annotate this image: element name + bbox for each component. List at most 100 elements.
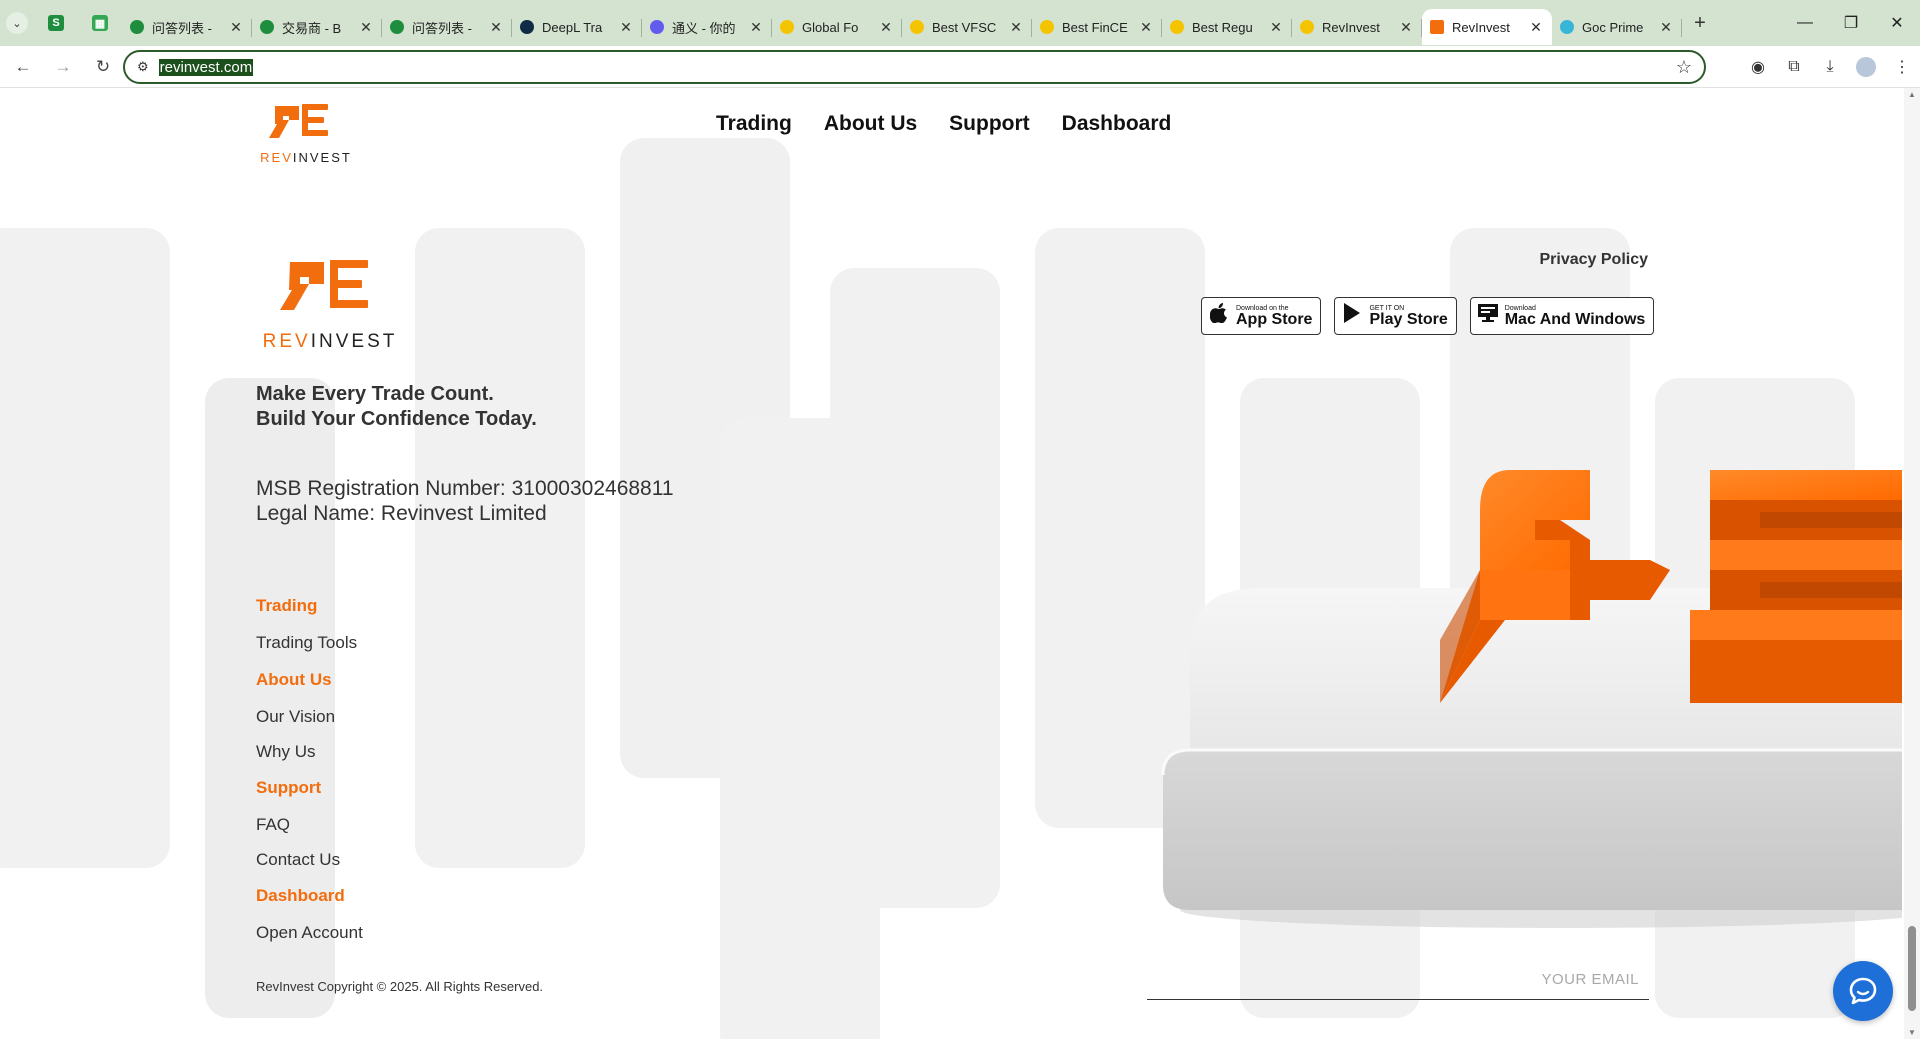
- footer-link-contact-us[interactable]: Contact Us: [256, 843, 363, 877]
- nav-support[interactable]: Support: [949, 112, 1029, 136]
- background-decoration: [0, 228, 170, 868]
- sheets-icon: S: [48, 15, 64, 31]
- tab-favicon-icon: [1170, 20, 1184, 34]
- footer-link-about-us[interactable]: About Us: [256, 661, 363, 698]
- url-text[interactable]: revinvest.com: [158, 58, 254, 76]
- footer-link-dashboard[interactable]: Dashboard: [256, 877, 363, 914]
- address-bar[interactable]: ⚙ revinvest.com ☆: [123, 50, 1706, 84]
- scrollbar-thumb[interactable]: [1908, 926, 1916, 1011]
- browser-tab[interactable]: Best FinCE ✕: [1032, 9, 1162, 45]
- browser-tab[interactable]: Goc Prime ✕: [1552, 9, 1682, 45]
- play-store-label: Play Store: [1369, 310, 1448, 328]
- browser-tab[interactable]: Best Regu ✕: [1162, 9, 1292, 45]
- nav-trading[interactable]: Trading: [716, 112, 792, 136]
- extensions-menu-button[interactable]: ⧉: [1776, 49, 1812, 85]
- arrow-left-icon: ←: [14, 56, 32, 76]
- browser-tab[interactable]: 交易商 - B ✕: [252, 9, 382, 45]
- close-tab-icon[interactable]: ✕: [1008, 19, 1024, 36]
- footer-link-faq[interactable]: FAQ: [256, 806, 363, 843]
- svg-text:REVINVEST: REVINVEST: [263, 331, 398, 352]
- browser-tab[interactable]: 通义 - 你的 ✕: [642, 9, 772, 45]
- scroll-up-icon[interactable]: ▲: [1908, 90, 1916, 99]
- footer-link-trading[interactable]: Trading: [256, 587, 363, 624]
- revinvest-logo[interactable]: REVINVEST: [258, 98, 354, 168]
- browser-tab[interactable]: RevInvest ✕: [1292, 9, 1422, 45]
- restore-button[interactable]: ❐: [1828, 0, 1874, 46]
- close-tab-icon[interactable]: ✕: [1398, 19, 1414, 36]
- apple-icon: [1208, 303, 1230, 329]
- browser-tab[interactable]: 问答列表 - ✕: [382, 9, 512, 45]
- footer-link-why-us[interactable]: Why Us: [256, 735, 363, 769]
- close-tab-icon[interactable]: ✕: [748, 19, 764, 36]
- privacy-policy-link[interactable]: Privacy Policy: [1539, 251, 1648, 269]
- pinned-tab-sheets-2[interactable]: ▦: [78, 0, 122, 46]
- background-decoration: [415, 228, 585, 868]
- footer-link-open-account[interactable]: Open Account: [256, 914, 363, 951]
- downloads-button[interactable]: ⤓: [1812, 49, 1848, 85]
- tab-search-button[interactable]: ⌄: [0, 0, 34, 46]
- tab-favicon-icon: [1560, 20, 1574, 34]
- page-scrollbar[interactable]: ▲ ▼: [1904, 88, 1920, 1039]
- download-icon: ⤓: [1826, 58, 1834, 75]
- puzzle-icon: ⧉: [1788, 58, 1800, 75]
- legal-name: Legal Name: Revinvest Limited: [256, 502, 547, 525]
- live-chat-button[interactable]: [1833, 961, 1893, 1021]
- monitor-icon: [1477, 303, 1499, 329]
- browser-tab-active[interactable]: RevInvest ✕: [1422, 9, 1552, 45]
- tagline-line-1: Make Every Trade Count.: [256, 383, 494, 405]
- close-tab-icon[interactable]: ✕: [488, 19, 504, 36]
- nav-dashboard[interactable]: Dashboard: [1062, 112, 1172, 136]
- browser-tab[interactable]: DeepL Tra ✕: [512, 9, 642, 45]
- minimize-icon: —: [1797, 14, 1813, 31]
- close-tab-icon[interactable]: ✕: [1138, 19, 1154, 36]
- play-store-button[interactable]: GET IT ON Play Store: [1334, 297, 1457, 335]
- email-input[interactable]: [1147, 964, 1649, 994]
- footer-link-trading-tools[interactable]: Trading Tools: [256, 624, 363, 661]
- browser-menu-button[interactable]: ⋮: [1884, 49, 1920, 85]
- profile-button[interactable]: [1848, 49, 1884, 85]
- minimize-button[interactable]: —: [1782, 0, 1828, 46]
- close-tab-icon[interactable]: ✕: [1268, 19, 1284, 36]
- back-button[interactable]: ←: [6, 50, 40, 84]
- bookmark-star-icon[interactable]: ☆: [1676, 57, 1692, 78]
- more-vertical-icon: ⋮: [1894, 59, 1910, 76]
- play-icon: [1341, 303, 1363, 329]
- new-tab-button[interactable]: +: [1682, 0, 1718, 46]
- footer-logo: REVINVEST: [263, 260, 398, 352]
- pinned-tab-sheets[interactable]: S: [34, 0, 78, 46]
- avatar: [1856, 57, 1876, 77]
- reload-button[interactable]: ↻: [86, 50, 120, 84]
- app-store-button[interactable]: Download on the App Store: [1201, 297, 1322, 335]
- chevron-down-icon: ⌄: [6, 12, 28, 34]
- close-window-button[interactable]: ✕: [1874, 0, 1920, 46]
- tab-favicon-icon: [260, 20, 274, 34]
- extension-button[interactable]: ◉: [1740, 49, 1776, 85]
- nav-about-us[interactable]: About Us: [824, 112, 917, 136]
- close-tab-icon[interactable]: ✕: [618, 19, 634, 36]
- browser-tab[interactable]: Best VFSC ✕: [902, 9, 1032, 45]
- close-tab-icon[interactable]: ✕: [1658, 19, 1674, 36]
- close-tab-icon[interactable]: ✕: [228, 19, 244, 36]
- hero-3d-logo-image: [1161, 470, 1902, 928]
- page-viewport: REVINVEST Trading About Us Support Dashb…: [0, 88, 1920, 1039]
- footer-link-support[interactable]: Support: [256, 769, 363, 806]
- logo-invest-text: INVEST: [311, 331, 398, 352]
- tab-favicon-icon: [1040, 20, 1054, 34]
- browser-tab-strip: ⌄ S ▦ 问答列表 - ✕ 交易商 - B ✕ 问答列表 - ✕ DeepL Tra…: [0, 0, 1920, 46]
- footer-link-our-vision[interactable]: Our Vision: [256, 698, 363, 735]
- close-tab-icon[interactable]: ✕: [1528, 19, 1544, 36]
- browser-tab[interactable]: 问答列表 - ✕: [122, 9, 252, 45]
- tab-favicon-icon: [520, 20, 534, 34]
- scroll-down-icon[interactable]: ▼: [1908, 1028, 1916, 1037]
- close-tab-icon[interactable]: ✕: [878, 19, 894, 36]
- forward-button[interactable]: →: [46, 50, 80, 84]
- background-decoration: [830, 268, 1000, 908]
- svg-text:REVINVEST: REVINVEST: [260, 150, 352, 165]
- browser-tab[interactable]: Global Fo ✕: [772, 9, 902, 45]
- footer-links: Trading Trading Tools About Us Our Visio…: [256, 587, 363, 951]
- desktop-download-button[interactable]: Download Mac And Windows: [1469, 297, 1655, 335]
- tab-favicon-icon: [780, 20, 794, 34]
- plus-icon: +: [1694, 11, 1706, 34]
- close-tab-icon[interactable]: ✕: [358, 19, 374, 36]
- site-info-icon[interactable]: ⚙: [137, 59, 149, 75]
